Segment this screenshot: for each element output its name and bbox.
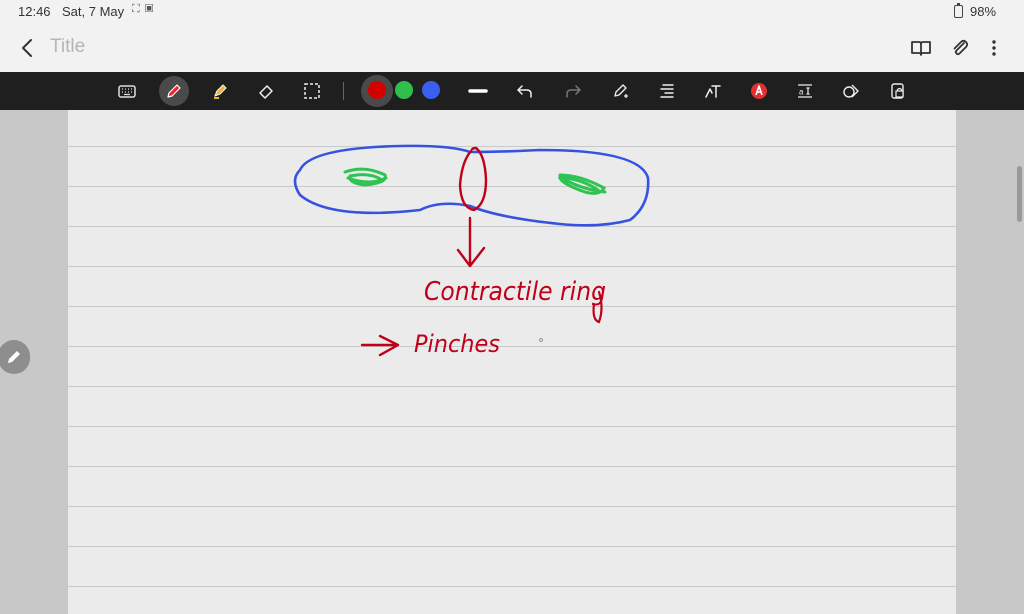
more-options-icon[interactable] (981, 35, 1007, 61)
text-style-icon[interactable] (744, 76, 774, 106)
title-bar: Title (0, 24, 1024, 72)
insert-image-icon[interactable] (883, 76, 913, 106)
ruled-line (68, 346, 956, 347)
redo-icon[interactable] (558, 76, 588, 106)
keyboard-icon[interactable] (112, 76, 142, 106)
red-color-swatch[interactable] (368, 81, 386, 99)
scrollbar-thumb[interactable] (1017, 166, 1022, 222)
book-view-icon[interactable] (908, 35, 934, 61)
blue-color-swatch[interactable] (422, 81, 440, 99)
attach-icon[interactable] (947, 35, 973, 61)
battery-icon (954, 3, 963, 18)
ruled-line (68, 306, 956, 307)
drawing-toolbar: a (0, 72, 1024, 110)
pen-settings-icon[interactable] (606, 76, 636, 106)
ruled-line (68, 546, 956, 547)
ruled-line (68, 466, 956, 467)
highlighter-icon[interactable] (205, 76, 235, 106)
ruled-line (68, 426, 956, 427)
ruled-line (68, 226, 956, 227)
ruled-line (68, 386, 956, 387)
ruled-line (68, 146, 956, 147)
shapes-icon[interactable] (836, 76, 866, 106)
svg-text:a: a (799, 88, 804, 97)
stroke-width-icon[interactable] (463, 76, 493, 106)
text-box-icon[interactable]: a (790, 76, 820, 106)
pencil-icon (8, 351, 20, 363)
screenshot-notification-icon: ⛶ ▣ (132, 3, 155, 15)
note-title[interactable]: Title (50, 36, 85, 58)
ruled-line (68, 506, 956, 507)
note-page[interactable] (68, 110, 956, 614)
pen-icon[interactable] (159, 76, 189, 106)
floating-pen-button[interactable] (0, 340, 30, 374)
ruled-line (68, 586, 956, 587)
undo-icon[interactable] (510, 76, 540, 106)
toolbar-divider (343, 82, 344, 100)
ruled-line (68, 186, 956, 187)
ruled-line (68, 266, 956, 267)
text-align-icon[interactable] (652, 76, 682, 106)
battery-percentage: 98% (970, 4, 997, 19)
eraser-icon[interactable] (251, 76, 281, 106)
status-bar: 12:46 Sat, 7 May ⛶ ▣ 98% (0, 0, 1024, 24)
handwriting-to-text-icon[interactable] (698, 76, 728, 106)
green-color-swatch[interactable] (395, 81, 413, 99)
lasso-select-icon[interactable] (297, 76, 327, 106)
back-arrow-icon[interactable] (14, 34, 42, 62)
status-date: Sat, 7 May (62, 4, 125, 19)
status-time: 12:46 (18, 4, 51, 19)
